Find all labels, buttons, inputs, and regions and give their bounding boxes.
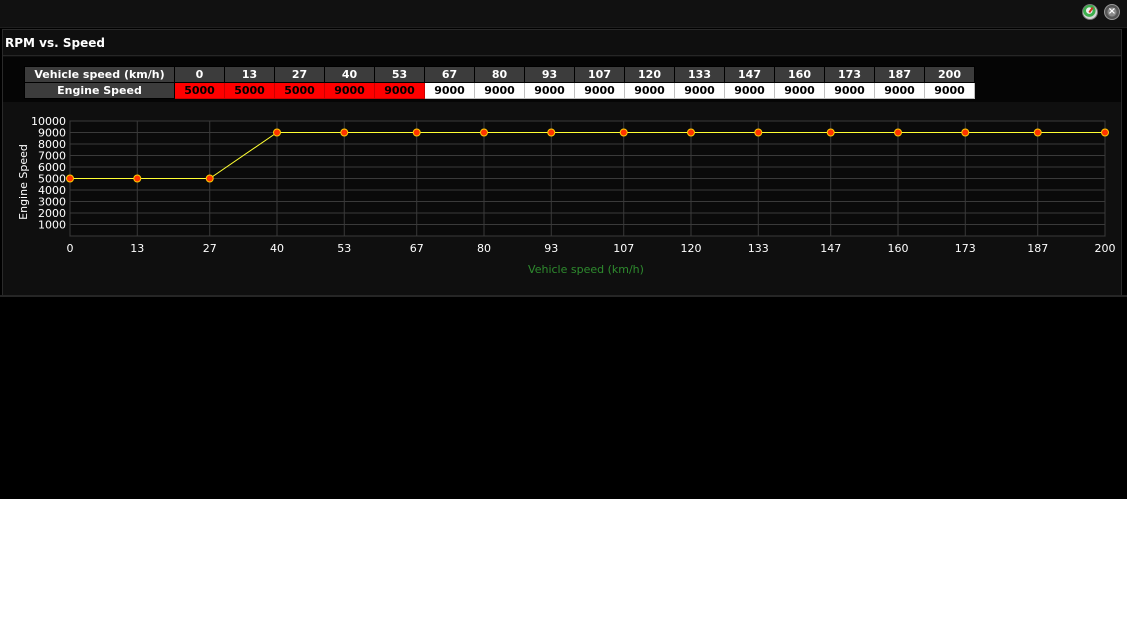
y-tick-label: 10000	[31, 115, 66, 128]
rpm-point	[961, 128, 970, 137]
close-icon[interactable]: ×	[1104, 4, 1120, 20]
rpm-point	[205, 174, 214, 183]
x-tick-label: 187	[1027, 242, 1048, 255]
y-tick-label: 6000	[38, 161, 66, 174]
rpm-point	[547, 128, 556, 137]
rpm-point	[480, 128, 488, 137]
y-tick-label: 8000	[38, 138, 66, 151]
rpm-point	[687, 128, 695, 137]
x-tick-label: 80	[477, 242, 491, 255]
rpm-point	[133, 174, 142, 183]
rpm-point	[1101, 128, 1109, 137]
rpm-point	[66, 174, 74, 183]
x-tick-label: 13	[130, 242, 144, 255]
rpm-point	[340, 128, 349, 137]
y-tick-label: 7000	[38, 150, 66, 163]
rpm-point	[273, 128, 281, 137]
x-tick-label: 120	[681, 242, 702, 255]
x-tick-label: 133	[748, 242, 769, 255]
x-tick-label: 40	[270, 242, 284, 255]
x-tick-label: 53	[337, 242, 351, 255]
x-tick-label: 67	[410, 242, 424, 255]
panel-bottom-border	[0, 295, 1127, 297]
rpm-chart: 1000200030004000500060007000800090001000…	[17, 115, 1116, 276]
x-tick-label: 147	[820, 242, 841, 255]
y-tick-label: 5000	[38, 173, 66, 186]
gauge-icon[interactable]	[1082, 4, 1098, 20]
y-axis-ticks: 1000200030004000500060007000800090001000…	[31, 115, 66, 232]
x-axis-ticks: 0 13 27 40 53 67 80 93 107 120 133 147 160 173 187 200	[67, 242, 1116, 255]
x-tick-label: 107	[613, 242, 634, 255]
y-axis-label: Engine Speed	[17, 144, 30, 220]
y-tick-label: 9000	[38, 127, 66, 140]
rpm-point	[754, 128, 763, 137]
x-tick-label: 160	[888, 242, 909, 255]
app-window: × RPM vs. Speed Vehicle speed (km/h) 0 13…	[0, 0, 1127, 499]
rpm-point	[619, 128, 628, 137]
y-tick-label: 4000	[38, 184, 66, 197]
rpm-point	[826, 128, 835, 137]
rpm-panel: RPM vs. Speed Vehicle speed (km/h) 0 13 27…	[2, 29, 1122, 296]
y-tick-label: 2000	[38, 207, 66, 220]
chart-grid	[69, 120, 1106, 237]
y-tick-label: 3000	[38, 196, 66, 209]
rpm-point	[1033, 128, 1042, 137]
rpm-point	[894, 128, 902, 137]
x-tick-label: 200	[1095, 242, 1116, 255]
x-tick-label: 173	[955, 242, 976, 255]
top-toolbar: ×	[0, 0, 1127, 28]
x-tick-label: 0	[67, 242, 74, 255]
x-tick-label: 27	[203, 242, 217, 255]
rpm-point	[412, 128, 421, 137]
y-tick-label: 1000	[38, 219, 66, 232]
x-tick-label: 93	[544, 242, 558, 255]
x-axis-label: Vehicle speed (km/h)	[528, 263, 644, 276]
